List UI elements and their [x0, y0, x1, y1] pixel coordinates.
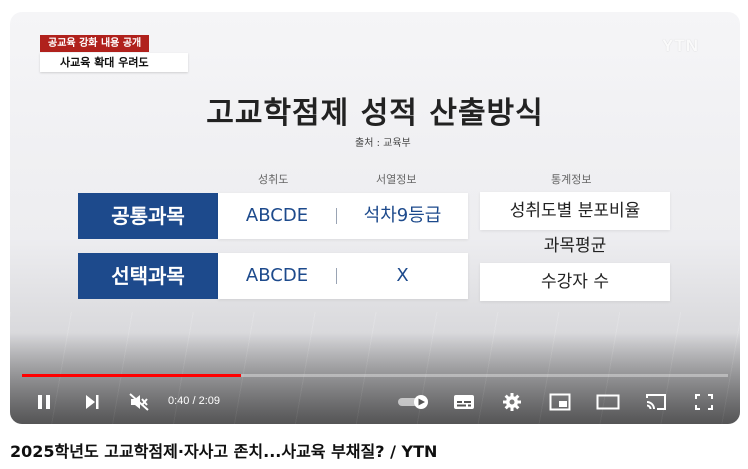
subtitles-icon [454, 395, 474, 409]
pause-button[interactable] [32, 390, 56, 414]
autoplay-icon [398, 395, 428, 409]
column-header-rank: 서열정보 [376, 173, 417, 186]
cast-button[interactable] [642, 390, 670, 414]
miniplayer-button[interactable] [546, 390, 574, 414]
achievement-value: ABCDE [245, 205, 309, 226]
rank-value: 석차9등급 [363, 205, 442, 226]
time-display: 0:40 / 2:09 [168, 395, 220, 407]
theater-icon [596, 394, 620, 410]
progress-fill [22, 374, 241, 377]
progress-bar[interactable] [22, 374, 728, 377]
stat-distribution: 성취도별 분포비율 [480, 192, 670, 230]
achievement-value: ABCDE [245, 265, 309, 286]
mute-button[interactable] [126, 390, 152, 414]
rank-value: X [396, 265, 409, 286]
next-icon [86, 395, 99, 409]
theater-mode-button[interactable] [594, 390, 622, 414]
gear-icon [503, 393, 521, 411]
fullscreen-icon [695, 394, 713, 410]
news-tag: 공교육 강화 내용 공개 [40, 35, 150, 52]
pause-icon [38, 395, 50, 409]
stat-average: 과목평균 [543, 236, 607, 256]
next-button[interactable] [80, 390, 104, 414]
controls-gradient [10, 332, 740, 424]
video-player[interactable]: 공교육 강화 내용 공개 사교육 확대 우려도 YTN 고교학점제 성적 산출방… [10, 12, 740, 424]
subject-common: 공통과목 [78, 193, 218, 239]
slide-title: 고교학점제 성적 산출방식 [206, 96, 544, 131]
subject-elective: 선택과목 [78, 253, 218, 299]
stat-enrollment: 수강자 수 [480, 263, 670, 301]
muted-volume-icon [129, 393, 149, 411]
autoplay-toggle[interactable] [396, 390, 432, 414]
news-subtitle: 사교육 확대 우려도 [40, 53, 188, 72]
miniplayer-icon [549, 393, 571, 411]
settings-button[interactable] [500, 390, 524, 414]
subtitles-button[interactable] [450, 390, 478, 414]
fullscreen-button[interactable] [690, 390, 718, 414]
row-common: ABCDE 석차9등급 [218, 193, 468, 239]
ytn-logo: YTN [662, 36, 699, 55]
slide-source: 출처 : 교육부 [355, 138, 411, 149]
video-title[interactable]: 2025학년도 고교학점제·자사고 존치...사교육 부채질? / YTN [10, 438, 437, 462]
row-elective: ABCDE X [218, 253, 468, 299]
column-header-achievement: 성취도 [258, 173, 289, 186]
cast-icon [646, 394, 666, 410]
column-header-stats: 통계정보 [551, 173, 592, 186]
